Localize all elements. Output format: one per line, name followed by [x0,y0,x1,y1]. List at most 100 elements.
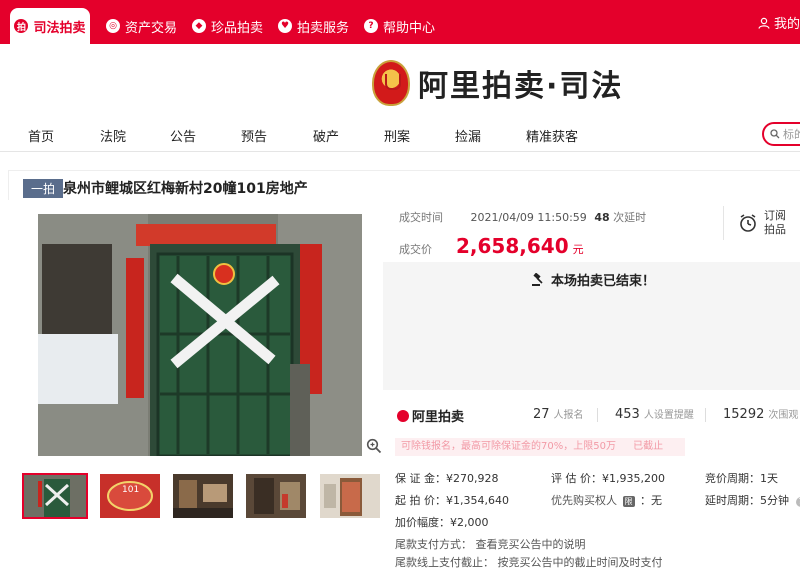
gavel-icon [532,272,543,286]
tab-judicial-auction[interactable]: 拍 司法拍卖 [10,8,90,44]
top-bar: 拍 司法拍卖 ◎ 资产交易 ◆ 珍品拍卖 ♥ 拍卖服务 ? 帮助中心 我的 [0,0,800,44]
payment-method-row: 尾款支付方式： 查看竞买公告中的说明 [395,536,586,552]
thumbnail-image: 101 [100,474,160,518]
notice-text: 可除钱报名，最高可除保证金的70%，上限50万 [401,441,616,452]
payment-deadline-text: 尾款线上支付截止： 按竞买公告中的截止时间及时支付 [395,556,663,569]
logo-title: 阿里拍卖·司法 [418,69,624,104]
tab-label: 帮助中心 [383,20,436,36]
valuation-row: 评 估 价：¥1,935,200 [551,470,665,486]
thumbnail[interactable]: 101 [100,474,160,518]
priority-tag-icon: 限 [622,496,635,507]
thumbnail-image [320,474,380,518]
priority-value: ：无 [640,494,662,507]
deposit-loan-notice: 可除钱报名，最高可除保证金的70%，上限50万 已截止 [395,438,685,456]
subscribe-button[interactable]: 订阅拍品 [723,206,800,240]
reminder-count: 453 [615,407,640,422]
signup-count: 27 [533,407,550,422]
tab-treasure-auction[interactable]: ◆ 珍品拍卖 [192,8,263,44]
delay-count: 48 [594,211,610,224]
reminder-stat: 453 人设置提醒 [615,406,694,422]
alarm-clock-icon [740,214,756,232]
court-emblem-icon [372,60,410,106]
item-title-bar: 一拍 泉州市鲤城区红梅新村20幢101房地产 [8,170,800,200]
deal-time-row: 成交时间 2021/04/09 11:50:59 48 次延时 [399,209,646,225]
user-icon [758,17,770,29]
delay-count-label: 次延时 [613,211,647,224]
tab-label: 司法拍卖 [33,20,86,36]
deal-price-value: 2,658,640 [456,234,569,258]
nav-bankruptcy[interactable]: 破产 [313,126,339,145]
view-count: 15292 [723,407,765,422]
help-icon[interactable]: ? [795,497,800,507]
tab-label: 资产交易 [125,20,178,36]
delay-cycle-value: 延时周期：5分钟 [705,494,789,507]
nav-court[interactable]: 法院 [100,126,126,145]
brand-logo: 阿里拍卖 [397,406,464,425]
auction-ended-text: 本场拍卖已结束！ [551,274,656,289]
round-badge: 一拍 [23,179,64,198]
sealed-door-photo [38,214,362,456]
deal-price-unit: 元 [572,243,584,256]
tab-asset-trading[interactable]: ◎ 资产交易 [106,8,177,44]
help-icon: ? [364,19,378,33]
gem-icon: ◆ [192,19,206,33]
user-menu[interactable]: 我的 [758,13,800,32]
search-placeholder: 标的 [783,128,800,141]
deal-time-label: 成交时间 [399,211,443,224]
delay-cycle-row: 延时周期：5分钟 ? [705,492,800,508]
deal-price-label: 成交价 [399,243,432,256]
nav-precise-leads[interactable]: 精准获客 [526,126,578,145]
thumbnail[interactable] [22,473,88,519]
nav-home[interactable]: 首页 [28,126,54,145]
deposit-row: 保 证 金：¥270,928 [395,470,498,486]
increment-value: 加价幅度：¥2,000 [395,516,489,529]
notice-status: 已截止 [633,441,664,452]
valuation-value: 评 估 价：¥1,935,200 [551,472,665,485]
gavel-icon: 拍 [14,19,29,33]
priority-label: 优先购买权人 [551,494,617,507]
thumbnail[interactable] [173,474,233,518]
zoom-icon[interactable] [366,438,382,454]
cycle-row: 竞价周期：1天 [705,470,778,486]
thumbnail[interactable] [246,474,306,518]
stats-bar: 阿里拍卖 27 人报名 453 人设置提醒 15292 次围观 [383,400,800,428]
thumbnail-image [246,474,306,518]
asset-icon: ◎ [106,19,120,33]
priority-row: 优先购买权人 限 ：无 [551,492,662,508]
deal-price-row: 成交价 2,658,640 元 [399,234,584,258]
item-title: 泉州市鲤城区红梅新村20幢101房地产 [63,181,308,197]
payment-method-text: 尾款支付方式： 查看竞买公告中的说明 [395,538,586,551]
nav-criminal[interactable]: 刑案 [384,126,410,145]
site-logo[interactable]: 阿里拍卖·司法 [372,60,623,106]
ali-logo-icon [397,409,409,422]
svg-text:101: 101 [122,485,139,495]
payment-deadline-row: 尾款线上支付截止： 按竞买公告中的截止时间及时支付 [395,554,663,570]
user-label: 我的 [773,17,800,32]
signup-stat: 27 人报名 [533,406,584,422]
main-nav: 首页 法院 公告 预告 破产 刑案 捡漏 精准获客 标的 [0,118,800,152]
subscribe-label: 订阅拍品 [764,209,786,236]
nav-bargain[interactable]: 捡漏 [455,126,481,145]
start-price-value: 起 拍 价：¥1,354,640 [395,494,509,507]
tab-label: 拍卖服务 [297,20,350,36]
view-label: 次围观 [768,410,799,421]
tab-label: 珍品拍卖 [211,20,264,36]
nav-preview[interactable]: 预告 [241,126,267,145]
deal-time-value: 2021/04/09 11:50:59 [470,211,587,224]
search-input[interactable]: 标的 [762,122,800,146]
main-photo[interactable] [38,214,362,456]
auction-ended-panel: 本场拍卖已结束！ [383,262,800,390]
brand-label: 阿里拍卖 [412,410,465,425]
view-stat: 15292 次围观 [723,406,798,422]
tab-auction-service[interactable]: ♥ 拍卖服务 [278,8,349,44]
auction-ended-message: 本场拍卖已结束！ [531,270,655,289]
deposit-value: 保 证 金：¥270,928 [395,472,499,485]
nav-announcement[interactable]: 公告 [170,126,196,145]
increment-row: 加价幅度：¥2,000 [395,514,489,530]
tab-help-center[interactable]: ? 帮助中心 [364,8,435,44]
start-price-row: 起 拍 价：¥1,354,640 [395,492,509,508]
reminder-label: 人设置提醒 [643,410,694,421]
thumbnail[interactable] [320,474,380,518]
divider [705,408,706,422]
heart-icon: ♥ [278,19,292,33]
